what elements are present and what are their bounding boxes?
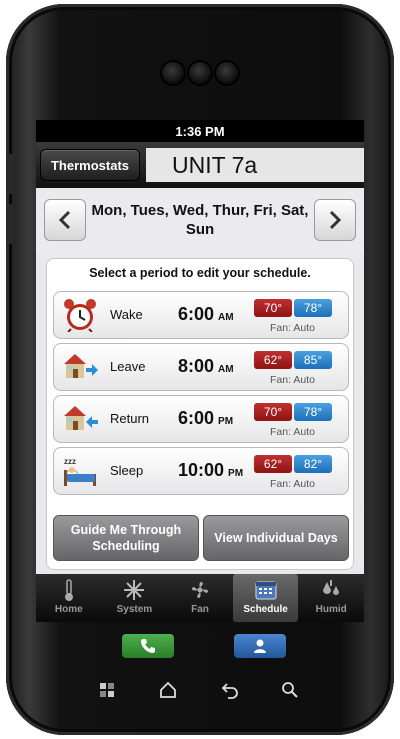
period-time: 6:00 PM	[178, 408, 234, 428]
fan-mode: Fan: Auto	[270, 426, 315, 438]
period-label: Return	[110, 411, 150, 426]
fan-icon	[191, 581, 209, 599]
fan-mode: Fan: Auto	[270, 374, 315, 386]
tab-label: Home	[54, 604, 83, 615]
tab-home[interactable]: Home	[36, 574, 102, 622]
period-time: 8:00 AM	[178, 356, 234, 376]
period-leave[interactable]: Leave 8:00 AM 62° 85° Fan: Auto	[53, 343, 349, 391]
status-time: 1:36 PM	[175, 123, 225, 139]
svg-text:zzz: zzz	[64, 457, 76, 466]
heat-setpoint: 62°	[254, 455, 292, 473]
tab-humid[interactable]: Humid	[298, 574, 364, 622]
period-time: 10:00 PM	[178, 460, 244, 480]
schedule-actions: Guide Me Through Scheduling View Individ…	[53, 515, 349, 563]
schedule-instruction: Select a period to edit your schedule.	[89, 266, 311, 280]
sleep-bed-icon: zzz	[64, 457, 96, 486]
thermometer-icon	[64, 579, 73, 601]
tab-label: System	[116, 604, 153, 615]
unit-title: UNIT 7a	[146, 148, 364, 182]
period-return[interactable]: Return 6:00 PM 70° 78° Fan: Auto	[53, 395, 349, 443]
tab-bar: Home System Fan Schedule Humid	[36, 574, 364, 622]
cool-setpoint: 78°	[294, 299, 332, 317]
apps-grid-icon[interactable]	[97, 680, 117, 700]
period-wake[interactable]: Wake 6:00 AM 70° 78° Fan: Auto	[53, 291, 349, 339]
days-selector: Mon, Tues, Wed, Thur, Fri, Sat, Sun	[36, 188, 364, 252]
heat-setpoint: 62°	[254, 351, 292, 369]
chevron-right-icon	[329, 210, 342, 230]
cool-setpoint: 78°	[294, 403, 332, 421]
tab-system[interactable]: System	[102, 574, 168, 622]
fan-mode: Fan: Auto	[270, 322, 315, 334]
tab-label: Schedule	[243, 604, 288, 615]
app-header: Thermostats UNIT 7a	[36, 142, 364, 188]
cool-setpoint: 82°	[294, 455, 332, 473]
home-icon[interactable]	[158, 680, 178, 700]
camera-lens-icon	[162, 62, 184, 84]
status-bar: 1:36 PM	[36, 120, 364, 142]
contacts-button[interactable]	[234, 634, 286, 658]
period-label: Sleep	[110, 463, 144, 478]
thermostats-button[interactable]: Thermostats	[40, 149, 140, 181]
heat-setpoint: 70°	[254, 403, 292, 421]
period-label: Wake	[110, 307, 143, 322]
cool-setpoint: 85°	[294, 351, 332, 369]
volume-down-button[interactable]	[6, 204, 14, 244]
fan-mode: Fan: Auto	[270, 478, 315, 490]
camera-lens-icon	[189, 62, 211, 84]
days-label: Mon, Tues, Wed, Thur, Fri, Sat, Sun	[91, 202, 309, 238]
period-time: 6:00 AM	[178, 304, 234, 324]
tab-schedule[interactable]: Schedule	[232, 574, 299, 622]
alarm-clock-icon	[64, 299, 96, 332]
chevron-left-icon	[58, 210, 71, 230]
person-icon	[254, 639, 266, 653]
tab-label: Humid	[315, 604, 347, 615]
phone-handset-icon	[141, 639, 155, 653]
calendar-icon	[255, 581, 277, 600]
tab-fan[interactable]: Fan	[167, 574, 233, 622]
search-icon[interactable]	[280, 680, 300, 700]
guide-me-button[interactable]: Guide Me Through Scheduling	[53, 515, 199, 561]
period-label: Leave	[110, 359, 146, 374]
back-arrow-icon[interactable]	[220, 680, 240, 700]
volume-up-button[interactable]	[6, 154, 14, 194]
heat-setpoint: 70°	[254, 299, 292, 317]
humidity-drops-icon	[323, 580, 340, 595]
call-button[interactable]	[122, 634, 174, 658]
app-screen: 1:36 PM Thermostats UNIT 7a Mon, Tues, W…	[36, 120, 364, 622]
next-days-button[interactable]	[314, 199, 356, 241]
previous-days-button[interactable]	[44, 199, 86, 241]
house-leave-icon	[64, 354, 98, 378]
period-sleep[interactable]: zzz Sleep 10:00 PM 62° 82° Fan: Auto	[53, 447, 349, 495]
snowflake-sun-icon	[124, 580, 145, 600]
schedule-panel: Select a period to edit your schedule. W…	[46, 258, 354, 570]
tab-label: Fan	[191, 604, 209, 615]
camera-lens-icon	[216, 62, 238, 84]
view-individual-days-button[interactable]: View Individual Days	[203, 515, 349, 561]
house-return-icon	[64, 406, 98, 430]
